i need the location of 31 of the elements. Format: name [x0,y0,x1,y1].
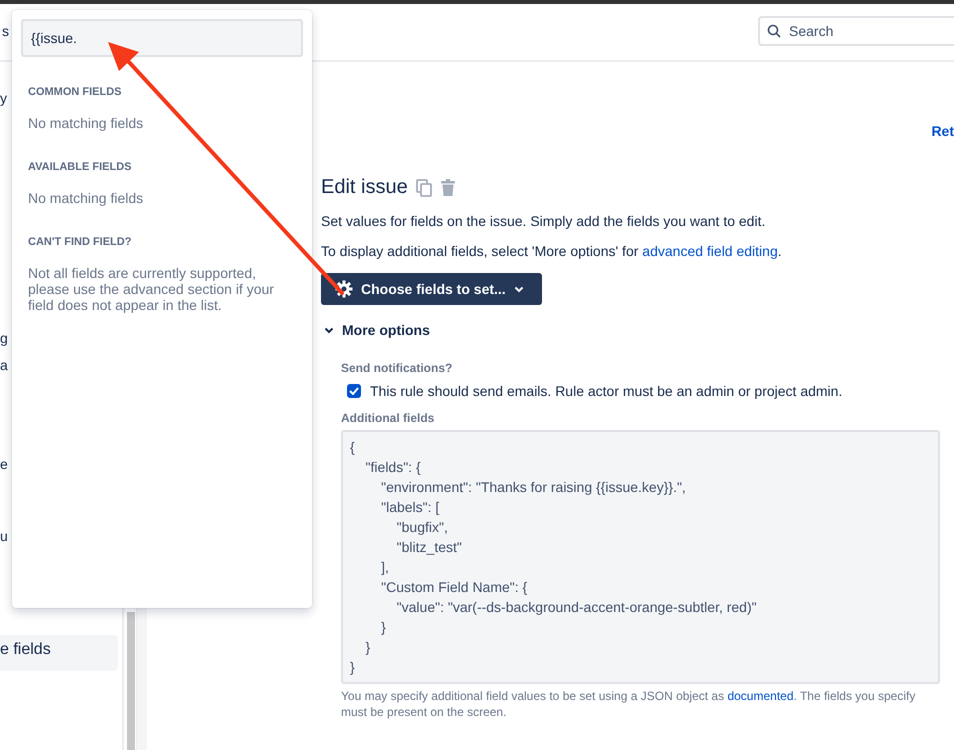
json-editor[interactable]: { "fields": { "environment": "Thanks for raising {{issue.key}}.", "labels": [ "bugfix", "blitz_test" ], "Custom Field Name": { "value": "var(--ds-background-accent-orange-subtler, red)" } } } [341,430,940,684]
field-label: Send notifications? [341,361,454,375]
chevron-icon [324,326,334,334]
documented-link[interactable]: documented [727,689,794,703]
section-heading: COMMON FIELDS [28,86,122,98]
field-search-input[interactable]: {{issue. [21,19,303,57]
sidebar-item[interactable]: e fields [0,635,118,671]
nav-text: s [1,23,9,39]
link[interactable]: Ret [931,123,954,143]
hint-text: To display additional fields, select 'More options' for advanced field editing. [321,243,783,259]
field-label: Additional fields [341,411,436,425]
choose-fields-button[interactable]: Choose fields to set... [321,273,542,305]
section-message: Not all fields are currently supported, please use the advanced section if your field does not appear in the list. [28,265,275,313]
search-icon [767,24,781,38]
section-message: No matching fields [28,115,144,131]
more-options-toggle[interactable]: More options [321,322,430,338]
trash-icon[interactable] [440,178,456,196]
checkbox-label: This rule should send emails. Rule actor must be an admin or project admin. [370,383,842,399]
description-text: Set values for fields on the issue. Simply add the fields you want to edit. [321,213,766,229]
section-heading: AVAILABLE FIELDS [28,161,132,173]
section-message: No matching fields [28,190,144,206]
scrollbar[interactable] [127,612,135,750]
advanced-editing-link[interactable]: advanced field editing [642,243,778,259]
chevron-down-icon [514,286,524,292]
copy-icon[interactable] [416,178,432,196]
section-heading: CAN'T FIND FIELD? [28,236,132,248]
search-field[interactable]: Search [758,16,954,46]
checkbox[interactable] [347,384,361,398]
help-text: You may specify additional field values to be set using a JSON object as documented. The fields you specify must be present on the screen. [341,688,916,720]
section-title: Edit issue [321,176,408,199]
gear-icon [335,280,353,298]
